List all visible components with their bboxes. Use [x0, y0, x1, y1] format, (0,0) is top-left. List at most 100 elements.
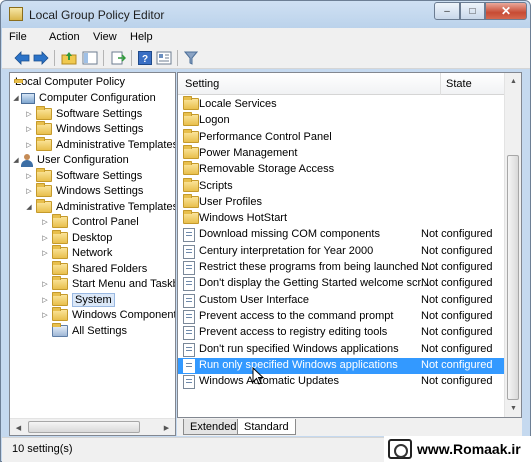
collapse-arrow-icon[interactable]: ▷ [41, 292, 49, 308]
list-item-policy[interactable]: Run only specified Windows applications N… [178, 357, 511, 374]
scroll-thumb[interactable] [28, 421, 140, 433]
scroll-down-icon[interactable]: ▼ [505, 400, 521, 417]
folder-name: Performance Control Panel [199, 130, 332, 143]
list-item-policy[interactable]: Prevent access to the command prompt Not … [178, 309, 511, 325]
tree-item-shared-folders[interactable]: Shared Folders [52, 261, 147, 277]
tree-item-label: Start Menu and Taskba [72, 278, 176, 290]
tree-item-system[interactable]: System [52, 292, 115, 308]
folder-icon [52, 245, 68, 259]
tree-item-administrative-templates[interactable]: Administrative Templates [36, 199, 175, 215]
list-item-policy[interactable]: Prevent access to registry editing tools… [178, 325, 511, 341]
list-item-policy[interactable]: Don't run specified Windows applications… [178, 342, 511, 358]
tree-item-desktop[interactable]: Desktop [52, 230, 112, 246]
tree-item-computer-configuration[interactable]: Computer Configuration [21, 90, 156, 106]
help-icon[interactable]: ? [137, 50, 153, 66]
menu-help[interactable]: Help [130, 31, 153, 43]
menu-view[interactable]: View [93, 31, 117, 43]
close-button[interactable]: ✕ [485, 2, 527, 20]
collapse-arrow-icon[interactable]: ▷ [41, 245, 49, 261]
policy-state: Not configured [421, 277, 493, 290]
tree-item-user-configuration[interactable]: User Configuration [21, 152, 129, 168]
console-tree-icon[interactable] [82, 50, 98, 66]
menu-action[interactable]: Action [49, 31, 80, 43]
list-item-folder[interactable]: User Profiles [178, 193, 511, 211]
policy-state: Not configured [421, 358, 493, 371]
column-header-setting[interactable]: Setting [185, 78, 219, 90]
settings-list[interactable]: Setting State Locale Services Logon Perfor… [177, 72, 522, 418]
policy-setting-icon [183, 326, 195, 341]
tab-extended[interactable]: Extended [183, 419, 244, 435]
tree-item-windows-components[interactable]: Windows Components [52, 307, 175, 323]
back-arrow-icon[interactable] [14, 50, 30, 66]
menu-file[interactable]: File [9, 31, 27, 43]
tree-item-all-settings[interactable]: All Settings [52, 323, 127, 339]
folder-icon [183, 193, 199, 208]
export-list-icon[interactable] [110, 50, 126, 66]
tree-item-label: Software Settings [56, 170, 143, 182]
tree-item-start-menu[interactable]: Start Menu and Taskba [52, 276, 176, 292]
list-item-policy[interactable]: Windows Automatic Updates Not configured [178, 374, 511, 390]
toolbar-separator [177, 50, 178, 66]
console-tree[interactable]: Local Computer Policy ◢ Computer Configu… [9, 72, 176, 436]
properties-icon[interactable] [156, 50, 172, 66]
tree-item-software-settings[interactable]: Software Settings [36, 168, 142, 184]
tree-item-control-panel[interactable]: Control Panel [52, 214, 139, 230]
tree-item-local-computer-policy[interactable]: Local Computer Policy [14, 74, 125, 90]
collapse-arrow-icon[interactable]: ▷ [41, 214, 49, 230]
list-item-folder[interactable]: Scripts [178, 177, 511, 195]
forward-arrow-icon[interactable] [33, 50, 49, 66]
list-item-policy[interactable]: Don't display the Getting Started welcom… [178, 276, 511, 292]
policy-state: Not configured [421, 326, 493, 339]
tree-horizontal-scrollbar[interactable]: ◀ ▶ [10, 418, 175, 435]
collapse-arrow-icon[interactable]: ▷ [25, 137, 33, 153]
tree-item-windows-settings[interactable]: Windows Settings [36, 121, 143, 137]
list-item-folder[interactable]: Performance Control Panel [178, 128, 511, 146]
collapse-arrow-icon[interactable]: ▷ [25, 106, 33, 122]
tree-item-software-settings[interactable]: Software Settings [36, 106, 142, 122]
list-item-policy[interactable]: Download missing COM components Not confi… [178, 227, 511, 243]
user-icon [21, 153, 33, 167]
expand-arrow-icon[interactable]: ◢ [12, 90, 20, 106]
title-bar[interactable]: Local Group Policy Editor – □ ✕ [1, 1, 530, 28]
maximize-button[interactable]: □ [460, 2, 485, 20]
list-item-policy[interactable]: Restrict these programs from being launc… [178, 260, 511, 276]
collapse-arrow-icon[interactable]: ▷ [25, 168, 33, 184]
policy-name: Download missing COM components [199, 228, 380, 241]
list-vertical-scrollbar[interactable]: ▲ ▼ [504, 73, 521, 417]
policy-setting-icon [183, 261, 195, 275]
scroll-right-icon[interactable]: ▶ [158, 419, 175, 435]
collapse-arrow-icon[interactable]: ▷ [41, 276, 49, 292]
collapse-arrow-icon[interactable]: ▷ [41, 307, 49, 323]
scroll-left-icon[interactable]: ◀ [10, 419, 27, 435]
expand-arrow-icon[interactable]: ◢ [12, 152, 20, 168]
policy-name: Don't display the Getting Started welcom… [199, 277, 430, 290]
list-item-folder[interactable]: Removable Storage Access [178, 161, 511, 178]
scroll-up-icon[interactable]: ▲ [505, 73, 521, 90]
collapse-arrow-icon[interactable]: ▷ [25, 183, 33, 199]
tab-standard[interactable]: Standard [237, 419, 296, 435]
tree-item-windows-settings[interactable]: Windows Settings [36, 183, 143, 199]
folder-name: Power Management [199, 146, 298, 159]
filter-icon[interactable] [183, 50, 199, 66]
column-divider[interactable] [440, 73, 441, 95]
tree-item-administrative-templates[interactable]: Administrative Templates [36, 137, 176, 153]
up-folder-icon[interactable] [61, 50, 77, 66]
column-header-state[interactable]: State [446, 78, 472, 90]
list-item-policy[interactable]: Century interpretation for Year 2000 Not … [178, 244, 511, 260]
list-item-folder[interactable]: Logon [178, 112, 511, 129]
computer-icon [21, 92, 35, 104]
tree-item-label: User Configuration [37, 154, 129, 166]
expand-arrow-icon[interactable]: ◢ [25, 199, 33, 215]
list-item-policy[interactable]: Custom User Interface Not configured [178, 293, 511, 309]
list-item-folder[interactable]: Windows HotStart [178, 210, 511, 227]
tree-item-network[interactable]: Network [52, 245, 112, 261]
collapse-arrow-icon[interactable]: ▷ [25, 121, 33, 137]
minimize-button[interactable]: – [434, 2, 460, 20]
tree-item-label: Administrative Templates [56, 139, 176, 151]
collapse-arrow-icon[interactable]: ▷ [41, 230, 49, 246]
policy-state: Not configured [421, 375, 493, 388]
svg-text:?: ? [142, 54, 148, 65]
list-item-folder[interactable]: Locale Services [178, 96, 511, 113]
list-item-folder[interactable]: Power Management [178, 144, 511, 162]
scroll-thumb[interactable] [507, 155, 519, 400]
